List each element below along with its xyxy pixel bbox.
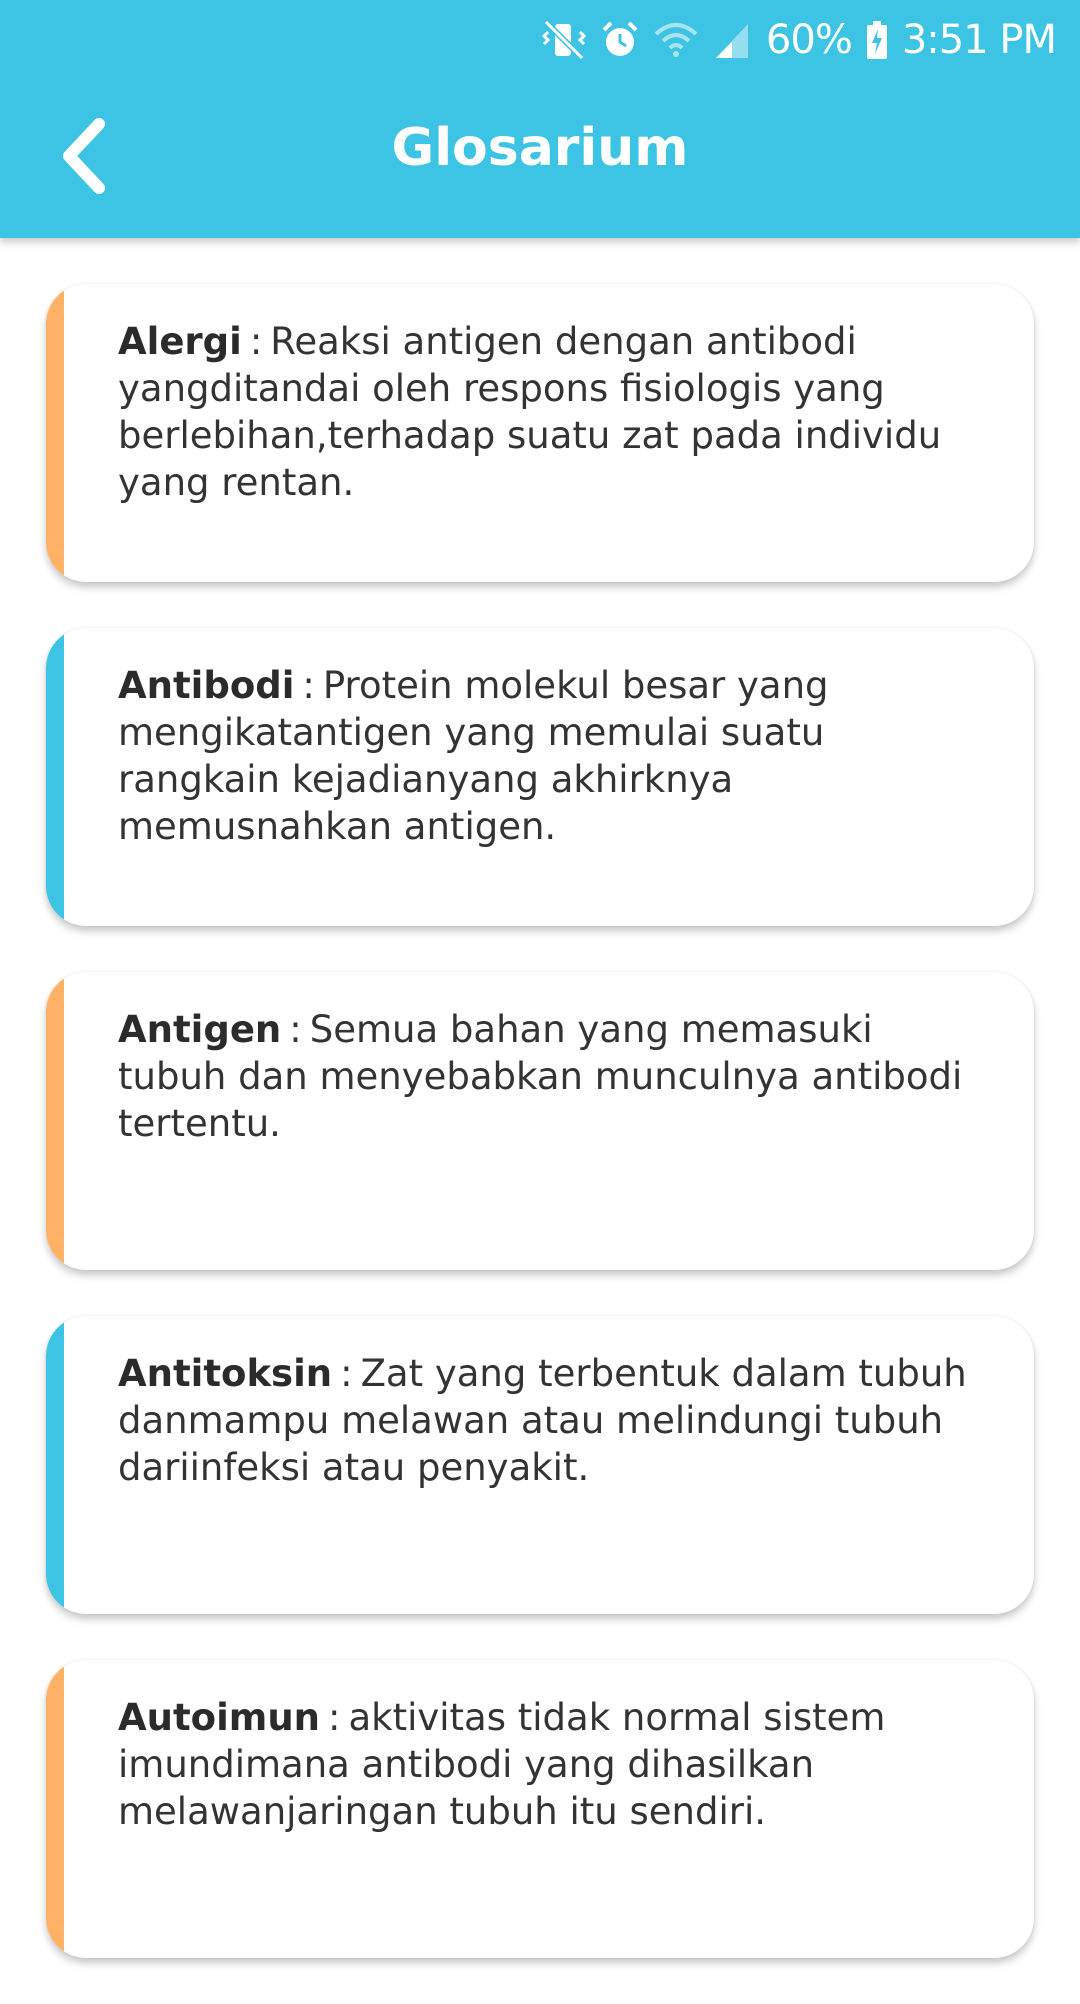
page-title: Glosarium xyxy=(391,118,689,178)
clock: 3:51 PM xyxy=(901,17,1057,63)
alarm-icon xyxy=(600,20,640,60)
status-bar: 60% 3:51 PM xyxy=(541,12,1057,68)
app-bar: 60% 3:51 PM Glosarium xyxy=(0,0,1080,238)
battery-charging-icon xyxy=(866,20,888,60)
term-separator: : xyxy=(340,1352,353,1395)
glossary-entry: Alergi: Reaksi antigen dengan antibodi ya… xyxy=(118,318,974,506)
term-separator: : xyxy=(328,1696,341,1739)
card-accent-bar xyxy=(46,972,64,1270)
card-accent-bar xyxy=(46,1660,64,1958)
term-separator: : xyxy=(302,664,315,707)
glossary-entry: Autoimun: aktivitas tidak normal sistem i… xyxy=(118,1694,974,1835)
glossary-entry: Antibodi: Protein molekul besar yang meng… xyxy=(118,662,974,850)
glossary-list[interactable]: Alergi: Reaksi antigen dengan antibodi ya… xyxy=(46,284,1034,2004)
glossary-term: Antitoksin xyxy=(118,1352,333,1395)
glossary-term: Antibodi xyxy=(118,664,295,707)
term-separator: : xyxy=(289,1008,302,1051)
glossary-term: Antigen xyxy=(118,1008,282,1051)
card-accent-bar xyxy=(46,628,64,926)
glossary-card-antibodi[interactable]: Antibodi: Protein molekul besar yang meng… xyxy=(46,628,1034,926)
battery-percentage: 60% xyxy=(765,17,853,63)
wifi-icon xyxy=(654,20,698,60)
glossary-term: Autoimun xyxy=(118,1696,321,1739)
glossary-entry: Antitoksin: Zat yang terbentuk dalam tubu… xyxy=(118,1350,974,1491)
vibrate-mute-icon xyxy=(541,20,586,60)
signal-icon xyxy=(712,20,752,60)
card-accent-bar xyxy=(46,1316,64,1614)
glossary-entry: Antigen: Semua bahan yang memasuki tubuh … xyxy=(118,1006,974,1147)
glossary-card-autoimun[interactable]: Autoimun: aktivitas tidak normal sistem i… xyxy=(46,1660,1034,1958)
glossary-term: Alergi xyxy=(118,320,242,363)
card-accent-bar xyxy=(46,284,64,582)
glossary-card-antitoksin[interactable]: Antitoksin: Zat yang terbentuk dalam tubu… xyxy=(46,1316,1034,1614)
glossary-card-alergi[interactable]: Alergi: Reaksi antigen dengan antibodi ya… xyxy=(46,284,1034,582)
term-separator: : xyxy=(249,320,263,363)
glossary-card-antigen[interactable]: Antigen: Semua bahan yang memasuki tubuh … xyxy=(46,972,1034,1270)
